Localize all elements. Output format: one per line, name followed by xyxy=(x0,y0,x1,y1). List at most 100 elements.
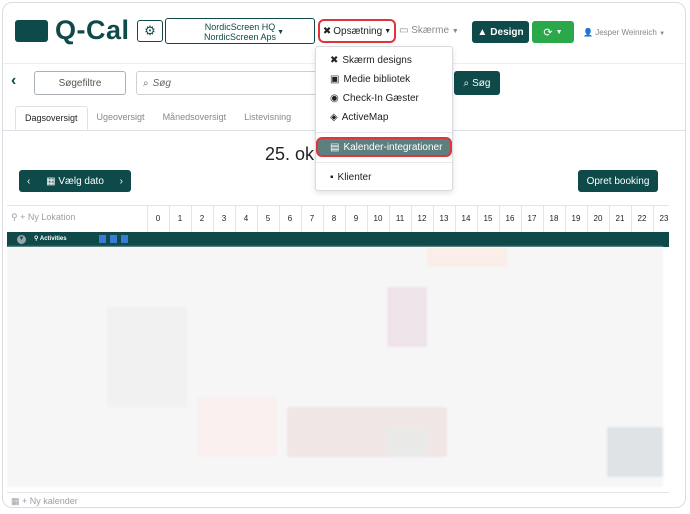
tools-icon: ✖ xyxy=(330,55,339,66)
screens-menu-button[interactable]: ▭ Skærme ▼ xyxy=(399,25,459,36)
tab-month[interactable]: Månedsoversigt xyxy=(154,106,236,130)
caret-down-icon: ▼ xyxy=(384,27,392,35)
activities-label: ⚲ Activities xyxy=(34,236,67,242)
blurred-calendar-area xyxy=(7,247,663,487)
hour-label: 2 xyxy=(199,214,205,223)
footer-divider xyxy=(7,492,669,493)
user-name: Jesper Weinreich xyxy=(595,28,657,37)
settings-button[interactable]: ⚙ xyxy=(137,20,163,42)
pick-date-label: Vælg dato xyxy=(58,175,104,187)
calendar-icon: ▦ xyxy=(46,175,56,187)
org-name: NordicScreen HQ xyxy=(204,22,276,32)
sync-icon: ⟳ xyxy=(543,26,553,39)
menu-item-screen-designs[interactable]: ✖ Skærm designs xyxy=(330,55,412,66)
hour-label: 14 xyxy=(461,214,471,223)
caret-down-icon: ▼ xyxy=(555,28,563,36)
calendar-icon: ▦ xyxy=(11,496,20,506)
dashboard-icon: ◉ xyxy=(330,93,339,104)
contact-icon: ▪ xyxy=(330,172,334,183)
design-icon: ▲ xyxy=(477,26,488,38)
app-window: Q-Cal ⚙ NordicScreen HQ NordicScreen Aps… xyxy=(2,2,686,508)
hour-label: 1 xyxy=(177,214,183,223)
mini-badge xyxy=(99,235,106,243)
search-placeholder: Søg xyxy=(152,77,171,89)
setup-menu-label: Opsætning xyxy=(333,25,383,37)
setup-dropdown-menu: ✖ Skærm designs ▣ Medie bibliotek ◉ Check-I… xyxy=(315,46,453,191)
gears-icon: ⚙ xyxy=(144,23,156,38)
date-title: 25. ok xyxy=(265,144,315,164)
tools-icon: ✖ xyxy=(322,25,332,37)
user-menu[interactable]: 👤 Jesper Weinreich ▼ xyxy=(583,28,665,37)
logo-mark xyxy=(15,20,48,42)
search-icon: ⌕ xyxy=(143,77,149,89)
screens-menu-label: Skærme xyxy=(411,25,450,36)
sync-button[interactable]: ⟳ ▼ xyxy=(532,21,574,43)
activities-row: ▼ ⚲ Activities xyxy=(7,232,669,247)
menu-item-activemap[interactable]: ◈ ActiveMap xyxy=(330,112,388,123)
hour-label: 17 xyxy=(527,214,537,223)
hour-label: 9 xyxy=(353,214,359,223)
design-button[interactable]: ▲ Design xyxy=(472,21,529,43)
next-day-button[interactable]: › xyxy=(120,176,123,187)
hour-label: 13 xyxy=(439,214,449,223)
search-filters-button[interactable]: Søgefiltre xyxy=(34,71,126,95)
setup-menu-button[interactable]: ✖ Opsætning ▼ xyxy=(318,19,396,43)
search-icon: ⌕ xyxy=(463,77,470,89)
hour-label: 21 xyxy=(615,214,625,223)
new-calendar-link[interactable]: ▦ + Ny kalender xyxy=(11,496,78,507)
hour-label: 20 xyxy=(593,214,603,223)
images-icon: ▣ xyxy=(330,74,340,85)
menu-item-clients[interactable]: ▪ Klienter xyxy=(330,172,371,183)
prev-day-button[interactable]: ‹ xyxy=(27,176,30,187)
hour-label: 8 xyxy=(331,214,337,223)
hour-label: 22 xyxy=(637,214,647,223)
location-pin-icon: ⚲ xyxy=(11,212,18,222)
caret-down-icon: ▼ xyxy=(659,31,666,37)
hour-label: 3 xyxy=(221,214,227,223)
menu-item-check-in-guests[interactable]: ◉ Check-In Gæster xyxy=(330,93,419,104)
new-booking-button[interactable]: Opret booking xyxy=(578,170,658,192)
hour-label: 5 xyxy=(265,214,271,223)
hour-label: 16 xyxy=(505,214,515,223)
mini-badge xyxy=(121,235,128,243)
calendar-plug-icon: ▤ xyxy=(330,141,340,153)
map-icon: ◈ xyxy=(330,112,338,123)
hour-label: 15 xyxy=(483,214,493,223)
search-button[interactable]: ⌕ Søg xyxy=(454,71,500,95)
user-icon: 👤 xyxy=(583,28,593,37)
mini-badge xyxy=(110,235,117,243)
back-button[interactable]: ‹ xyxy=(11,72,31,96)
hour-label: 23 xyxy=(659,214,669,223)
app-logo: Q-Cal xyxy=(55,15,130,45)
hour-label: 10 xyxy=(373,214,383,223)
hour-label: 12 xyxy=(417,214,427,223)
tab-list[interactable]: Listevisning xyxy=(235,106,300,130)
hour-label: 6 xyxy=(287,214,293,223)
view-tabs: Dagsoversigt Ugeoversigt Månedsoversigt … xyxy=(15,106,300,130)
hour-header: ⚲ + Ny Lokation 0 1 2 3 4 5 6 7 8 9 10 11 12 13 14 15 16… xyxy=(7,205,669,233)
design-label: Design xyxy=(490,26,524,38)
menu-item-calendar-integrations[interactable]: ▤ Kalender-integrationer xyxy=(316,137,452,157)
hour-label: 7 xyxy=(309,214,315,223)
caret-down-icon: ▼ xyxy=(451,28,459,35)
new-location-link[interactable]: ⚲ + Ny Lokation xyxy=(11,212,75,223)
new-location-label: Ny Lokation xyxy=(27,212,76,222)
hour-label: 0 xyxy=(155,214,161,223)
hour-label: 11 xyxy=(395,214,405,223)
hour-label: 19 xyxy=(571,214,581,223)
location-pin-icon: ⚲ xyxy=(34,236,39,242)
new-calendar-label: Ny kalender xyxy=(29,496,78,506)
caret-down-icon: ▼ xyxy=(277,29,284,36)
collapse-toggle[interactable]: ▼ xyxy=(17,235,26,244)
tab-day[interactable]: Dagsoversigt xyxy=(15,106,88,130)
pick-date-button[interactable]: ▦ Vælg dato xyxy=(46,176,104,187)
monitor-icon: ▭ xyxy=(399,25,409,36)
date-picker: ‹ ▦ Vælg dato › xyxy=(19,170,131,192)
menu-divider xyxy=(316,132,452,133)
menu-item-media-library[interactable]: ▣ Medie bibliotek xyxy=(330,74,410,85)
hour-label: 4 xyxy=(243,214,249,223)
tab-week[interactable]: Ugeoversigt xyxy=(88,106,154,130)
search-button-label: Søg xyxy=(472,77,491,89)
org-subtitle: NordicScreen Aps xyxy=(203,32,277,42)
organization-select[interactable]: NordicScreen HQ NordicScreen Aps ▼ xyxy=(165,18,315,44)
